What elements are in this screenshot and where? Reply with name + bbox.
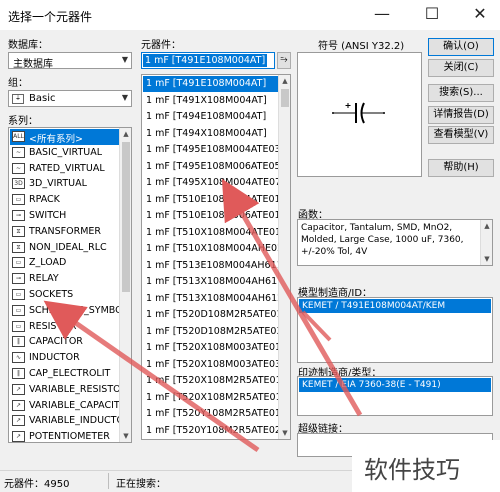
- watermark-text: 软件技巧: [364, 456, 460, 484]
- arrow-to-capacitor: [43, 300, 260, 453]
- watermark-box: 软件技巧: [352, 440, 500, 492]
- annotation-arrows: [43, 178, 363, 453]
- arrow-to-component: [221, 178, 363, 417]
